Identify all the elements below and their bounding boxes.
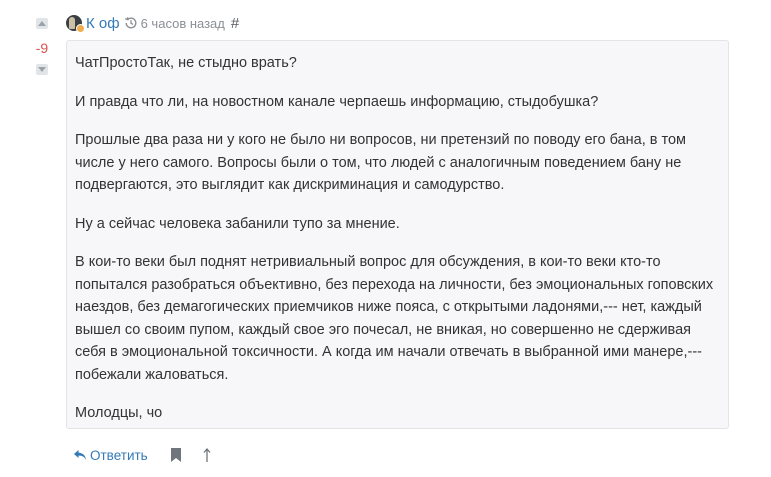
comment-paragraph: В кои-то веки был поднят нетривиальный в… <box>75 254 714 383</box>
avatar-image <box>69 17 75 29</box>
comment-timestamp[interactable]: 6 часов назад <box>141 16 225 31</box>
bookmark-icon[interactable] <box>170 448 182 462</box>
comment-paragraph: Прошлые два раза ни у кого не было ни во… <box>75 132 686 193</box>
avatar[interactable] <box>66 15 85 33</box>
reply-button[interactable]: Ответить <box>73 448 148 463</box>
reply-arrow-icon <box>74 450 86 460</box>
comment-thread-item: -9 К оф 6 часов назад # ЧатПростоТак, не… <box>0 0 771 477</box>
comment-score: -9 <box>35 40 49 56</box>
comment-actions: Ответить <box>73 444 212 466</box>
history-icon[interactable] <box>124 16 138 30</box>
avatar-status-badge <box>76 24 85 33</box>
comment-paragraph: Ну а сейчас человека забанили тупо за мн… <box>75 215 400 232</box>
permalink[interactable]: # <box>231 15 239 32</box>
arrow-up-icon[interactable] <box>202 447 212 463</box>
reply-label: Ответить <box>90 447 148 463</box>
comment-paragraph: И правда что ли, на новостном канале чер… <box>75 93 599 110</box>
upvote-button[interactable] <box>36 18 48 29</box>
comment-paragraph: Молодцы, чо <box>75 405 163 421</box>
comment-body: ЧатПростоТак, не стыдно врать? И правда … <box>66 40 729 429</box>
downvote-button[interactable] <box>36 64 48 75</box>
comment-header: К оф 6 часов назад # <box>66 12 239 34</box>
author-name[interactable]: К оф <box>86 15 120 32</box>
comment-paragraph: ЧатПростоТак, не стыдно врать? <box>75 55 297 71</box>
